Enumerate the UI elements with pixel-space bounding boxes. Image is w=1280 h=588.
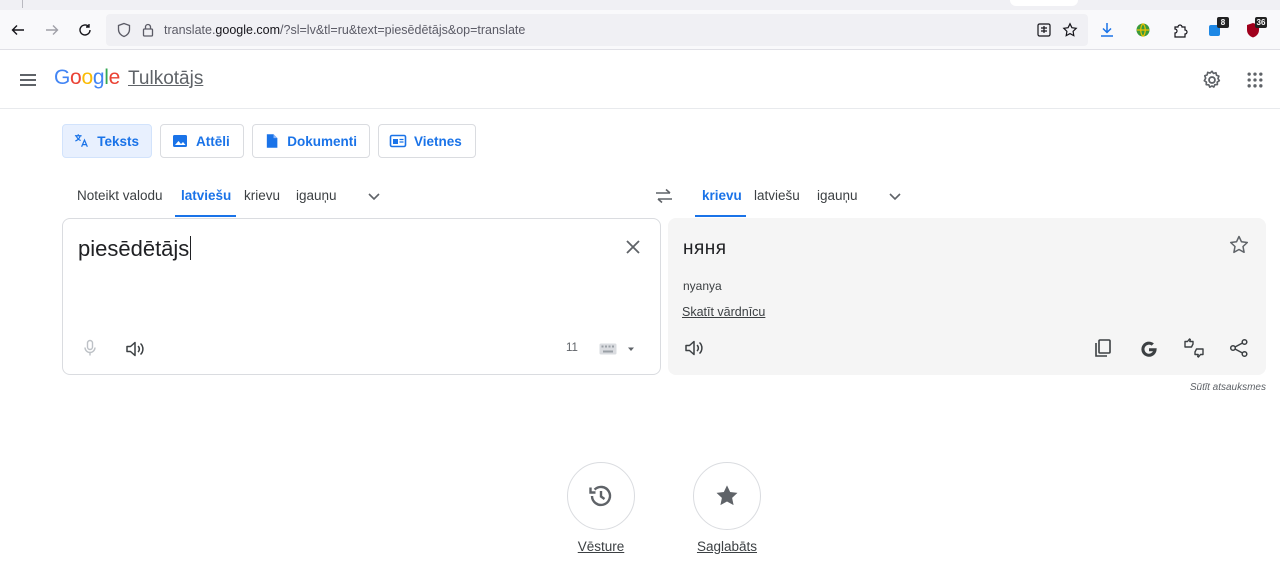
chevron-down-icon[interactable] [364,186,384,206]
copy-icon[interactable] [1092,337,1114,359]
send-feedback-link[interactable]: Sūtīt atsauksmes [1190,382,1266,393]
bookmark-star-icon[interactable] [1062,22,1078,38]
browser-toolbar: translate.google.com/?sl=lv&tl=ru&text=p… [0,10,1280,50]
extension-badge-icon[interactable]: 8 [1205,17,1229,40]
src-lang-selected-indicator [175,215,236,217]
view-dictionary-link[interactable]: Skatīt vārdnīcu [682,305,765,319]
shield-icon[interactable] [116,22,132,38]
mode-text-button[interactable]: Teksts [62,124,152,158]
history-button[interactable] [567,462,635,530]
apps-grid-icon[interactable] [1242,67,1268,93]
mode-text-label: Teksts [97,133,139,149]
source-text-input[interactable]: piesēdētājs [78,236,192,262]
translate-icon [74,134,88,147]
translation-text: няня [683,238,727,259]
browser-tab[interactable] [1010,0,1078,6]
image-icon [173,135,187,147]
src-lang-tab-russian[interactable]: krievu [244,188,280,203]
history-label[interactable]: Vēsture [566,539,636,554]
tgt-lang-tab-estonian[interactable]: igauņu [817,188,858,203]
speaker-icon[interactable] [124,338,146,360]
reload-icon[interactable] [75,20,95,40]
website-icon [389,134,407,148]
saved-button[interactable] [693,462,761,530]
url-text[interactable]: translate.google.com/?sl=lv&tl=ru&text=p… [164,23,525,37]
lang-detect-tab[interactable]: Noteikt valodu [77,188,163,203]
extensions-puzzle-icon[interactable] [1170,20,1190,40]
rate-translation-icon[interactable] [1183,337,1205,359]
extension-badge-count: 8 [1217,17,1229,28]
extension-globe-icon[interactable] [1133,20,1153,40]
mode-documents-label: Dokumenti [287,133,357,149]
app-header: Google Tulkotājs [0,51,1280,109]
mode-websites-button[interactable]: Vietnes [378,124,476,158]
ublock-icon[interactable]: 36 [1243,17,1267,40]
star-icon [716,485,738,506]
tgt-lang-tab-russian[interactable]: krievu [702,188,742,203]
reader-view-icon[interactable] [1036,22,1052,38]
src-lang-tab-latvian[interactable]: latviešu [181,188,231,203]
lock-icon[interactable] [140,22,156,38]
translation-panel: няня nyanya Skatīt vārdnīcu [668,218,1266,375]
product-name[interactable]: Tulkotājs [128,68,203,90]
address-bar[interactable]: translate.google.com/?sl=lv&tl=ru&text=p… [106,14,1088,46]
speaker-icon[interactable] [683,337,705,359]
mode-documents-button[interactable]: Dokumenti [252,124,370,158]
browser-tab-strip [0,0,1280,10]
settings-gear-icon[interactable] [1199,67,1225,93]
text-caret [190,236,192,260]
chevron-down-icon[interactable] [885,186,905,206]
caret-down-icon[interactable] [627,345,635,353]
microphone-icon[interactable] [80,338,100,358]
share-icon[interactable] [1228,337,1250,359]
mode-images-label: Attēli [196,133,230,149]
character-count: 11 [566,342,578,354]
tab-divider [22,0,23,8]
menu-icon[interactable] [16,68,40,92]
google-g-icon[interactable] [1138,337,1160,359]
source-text-panel[interactable]: piesēdētājs 11 [62,218,661,375]
forward-icon[interactable] [42,20,62,40]
keyboard-icon[interactable] [599,343,617,355]
mode-images-button[interactable]: Attēli [160,124,244,158]
clear-source-icon[interactable] [622,236,644,258]
src-lang-tab-estonian[interactable]: igauņu [296,188,337,203]
mode-websites-label: Vietnes [414,133,462,149]
tgt-lang-tab-latvian[interactable]: latviešu [754,188,800,203]
tgt-lang-selected-indicator [695,215,746,217]
transliteration: nyanya [683,279,722,293]
swap-languages-icon[interactable] [653,185,675,207]
back-icon[interactable] [8,20,28,40]
history-icon [589,485,612,507]
ublock-badge-count: 36 [1255,17,1267,28]
document-icon [266,134,278,148]
saved-label[interactable]: Saglabāts [690,539,764,554]
save-translation-star-icon[interactable] [1228,234,1250,256]
downloads-icon[interactable] [1097,20,1117,40]
google-logo[interactable]: Google [54,66,120,90]
